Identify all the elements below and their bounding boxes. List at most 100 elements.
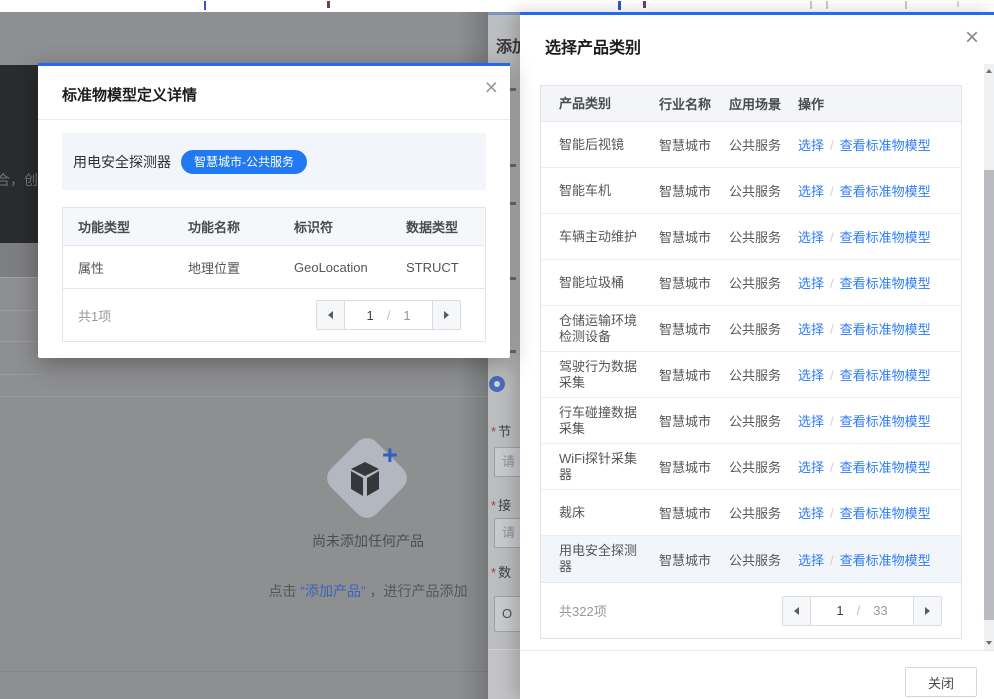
cell-industry: 智慧城市 [659,503,729,522]
prev-page-button[interactable] [317,301,345,329]
view-model-link[interactable]: 查看标准物模型 [840,276,931,291]
table-row-highlighted: 用电安全探测器 智慧城市 公共服务 选择/查看标准物模型 [541,536,961,582]
select-link[interactable]: 选择 [798,506,824,521]
cell-actions: 选择/查看标准物模型 [798,503,961,522]
required-asterisk: * [491,565,496,580]
modal-title: 标准物模型定义详情 [62,84,197,105]
col-header-data-type: 数据类型 [406,217,485,236]
cell-actions: 选择/查看标准物模型 [798,273,961,292]
table-row: 裁床 智慧城市 公共服务 选择/查看标准物模型 [541,490,961,536]
total-pages: 33 [873,603,887,618]
field-label-gateway: *接 [491,495,511,514]
view-model-link[interactable]: 查看标准物模型 [840,230,931,245]
page-indicator[interactable]: 1 / 1 [345,301,432,329]
close-icon[interactable]: × [965,26,979,50]
hint-suffix: ，进行产品添加 [366,583,468,599]
table-row: 智能后视镜 智慧城市 公共服务 选择/查看标准物模型 [541,122,961,168]
empty-state-title: 尚未添加任何产品 [240,531,488,551]
cell-industry: 智慧城市 [659,227,729,246]
cell-category: 仓储运输环境检测设备 [541,313,659,345]
cell-actions: 选择 / 查看标准物模型 [798,411,961,430]
total-count: 共1项 [78,306,111,325]
divider [0,310,38,311]
cell-industry: 智慧城市 [659,181,729,200]
view-model-link[interactable]: 查看标准物模型 [840,322,931,337]
select-link[interactable]: 选择 [798,460,824,475]
footer-divider [520,650,994,651]
select-category-panel: 选择产品类别 × 产品类别 行业名称 应用场景 操作 智能后视镜 智慧城市 公共… [520,12,994,699]
cell-actions: 选择/查看标准物模型 [798,319,961,338]
table-body: 智能后视镜 智慧城市 公共服务 选择/查看标准物模型 智能车机 智慧城市 公共服… [541,122,961,582]
view-model-link[interactable]: 查看标准物模型 [840,414,931,429]
data-format-select: O [494,596,520,632]
table-row: 智能垃圾桶 智慧城市 公共服务 选择/查看标准物模型 [541,260,961,306]
drawer-footer-dimmed [488,650,520,699]
cell-func-name: 地理位置 [188,258,294,277]
select-link[interactable]: 选择 [798,230,824,245]
cell-data-type: STRUCT [406,260,485,275]
cell-category: 车辆主动维护 [541,229,659,245]
view-model-link[interactable]: 查看标准物模型 [840,368,931,383]
field-label-text: 接 [498,498,511,513]
field-label-node-type: *节 [491,421,511,440]
cell-scenario: 公共服务 [729,550,798,569]
browser-artifact-tick [826,1,828,9]
cell-scenario: 公共服务 [729,411,798,430]
cell-category: 智能车机 [541,183,659,199]
divider [0,671,488,672]
cell-category: 用电安全探测器 [541,543,659,575]
cell-category: 智能垃圾桶 [541,275,659,291]
view-model-link[interactable]: 查看标准物模型 [840,184,931,199]
scroll-up-icon[interactable] [986,69,992,73]
browser-artifact-tick [327,1,330,8]
select-link[interactable]: 选择 [798,184,824,199]
page-indicator[interactable]: 1 / 33 [811,597,913,625]
product-tag-badge: 智慧城市-公共服务 [181,150,307,174]
view-model-link[interactable]: 查看标准物模型 [840,460,931,475]
browser-artifact-tick [810,1,812,9]
select-link[interactable]: 选择 [798,276,824,291]
browser-artifact-tick [204,1,206,10]
prev-page-button[interactable] [783,597,811,625]
add-product-link-dimmed: “添加产品” [300,583,365,599]
cell-category: 裁床 [541,505,659,521]
model-detail-modal: 标准物模型定义详情 × 用电安全探测器 智慧城市-公共服务 功能类型 功能名称 … [38,63,510,358]
screen: 合，创 + 尚未添加任何产品 点击 “添加产品” ，进行产品添加 添加 *节 请… [0,0,994,699]
cell-func-type: 属性 [63,258,188,277]
col-header-scenario: 应用场景 [729,94,798,113]
select-link[interactable]: 选择 [798,322,824,337]
cell-scenario: 公共服务 [729,457,798,476]
select-link[interactable]: 选择 [798,414,824,429]
page-band-dimmed [0,243,38,277]
page-separator: / [387,308,391,323]
view-model-link[interactable]: 查看标准物模型 [840,553,931,568]
pagination: 1 / 33 [782,596,942,626]
view-model-link[interactable]: 查看标准物模型 [840,138,931,153]
select-link[interactable]: 选择 [798,138,824,153]
close-icon[interactable]: × [485,76,498,99]
cell-actions: 选择/查看标准物模型 [798,457,961,476]
browser-artifact-tick [905,1,907,9]
add-product-drawer-title: 添加 [496,33,520,57]
chevron-left-icon [794,607,799,615]
view-model-link[interactable]: 查看标准物模型 [840,506,931,521]
node-type-select: 请 [494,447,520,477]
next-page-button[interactable] [432,301,460,329]
col-header-industry: 行业名称 [659,94,729,113]
cell-category: 驾驶行为数据采集 [541,359,659,391]
select-link[interactable]: 选择 [798,368,824,383]
scrollbar[interactable] [984,64,994,650]
close-panel-button[interactable]: 关闭 [905,667,977,697]
page-separator: / [857,603,861,618]
divider [0,374,38,375]
select-link[interactable]: 选择 [798,553,824,568]
model-table: 功能类型 功能名称 标识符 数据类型 属性 地理位置 GeoLocation S… [62,207,486,342]
next-page-button[interactable] [913,597,941,625]
table-row: 行车碰撞数据采集 智慧城市 公共服务 选择/查看标准物模型 [541,398,961,444]
cell-industry: 智慧城市 [659,457,729,476]
scrollbar-thumb[interactable] [984,170,994,620]
action-divider: / [830,414,834,429]
table-row: WiFi探针采集器 智慧城市 公共服务 选择/查看标准物模型 [541,444,961,490]
cell-industry: 智慧城市 [659,550,729,569]
scroll-down-icon[interactable] [986,641,992,645]
